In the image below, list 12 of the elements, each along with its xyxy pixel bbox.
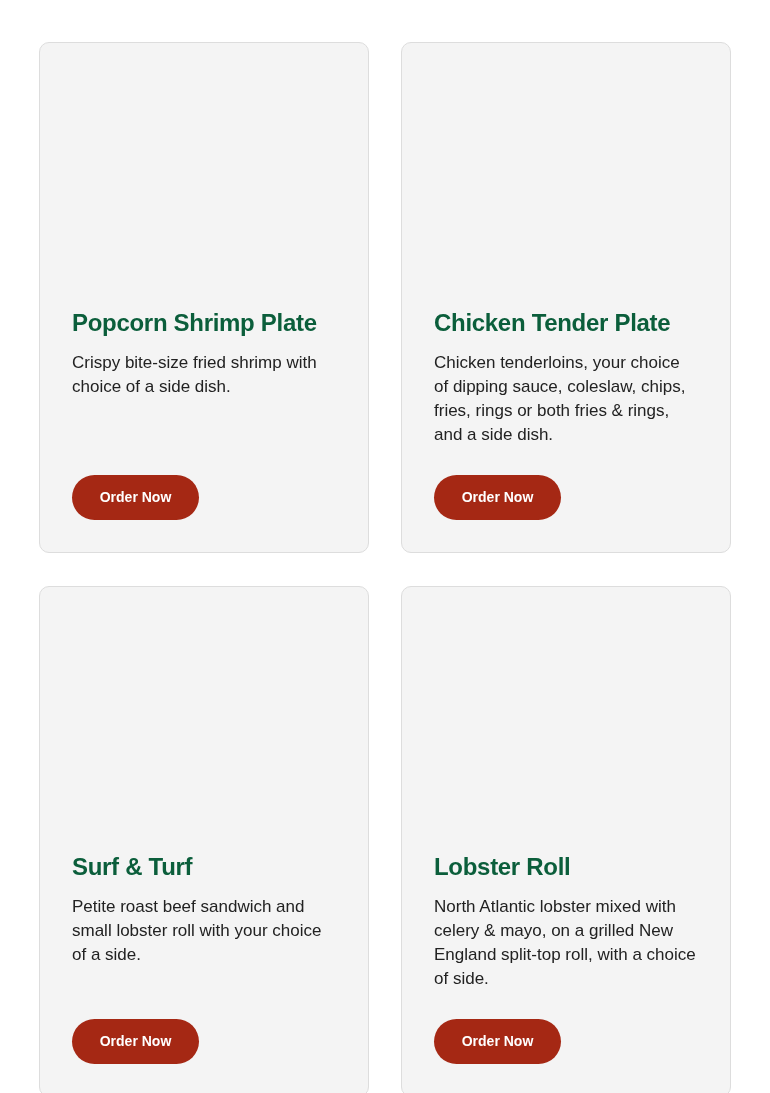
item-title: Chicken Tender Plate: [434, 308, 672, 338]
item-title: Popcorn Shrimp Plate: [72, 308, 318, 338]
item-title: Surf & Turf: [72, 852, 194, 882]
item-description: Chicken tenderloins, your choice of dipping sauce, coleslaw, chips, fries, rings or both fries & rings, and a side dish.: [434, 352, 687, 446]
item-description: Crispy bite-size fried shrimp with choice of a side dish.: [72, 352, 318, 398]
item-description: North Atlantic lobster mixed with celery & mayo, on a grilled New England split-top roll, with a choice of side.: [434, 896, 697, 990]
order-now-button[interactable]: Order Now: [72, 475, 199, 520]
item-description: Petite roast beef sandwich and small lobster roll with your choice of a side.: [72, 896, 323, 966]
order-now-button[interactable]: Order Now: [72, 1019, 199, 1064]
order-now-button[interactable]: Order Now: [434, 475, 561, 520]
order-now-button[interactable]: Order Now: [434, 1019, 561, 1064]
item-title: Lobster Roll: [434, 852, 572, 882]
